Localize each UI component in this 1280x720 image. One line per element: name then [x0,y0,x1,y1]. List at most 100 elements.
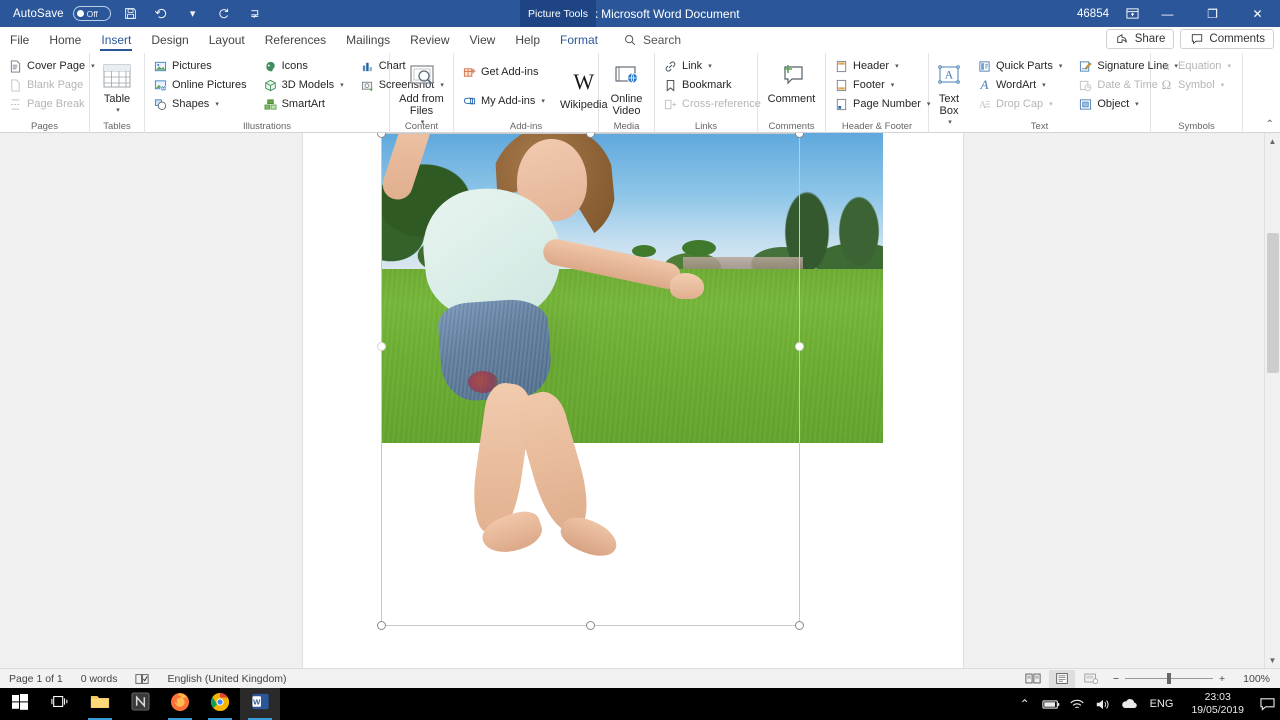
tab-mailings[interactable]: Mailings [336,27,400,53]
search-input[interactable]: Search [608,33,681,48]
volume-icon[interactable] [1090,688,1116,720]
tab-design[interactable]: Design [141,27,198,53]
read-mode-icon[interactable] [1020,670,1046,688]
header-button[interactable]: Header ▾ [831,57,933,75]
document-canvas[interactable] [0,133,1280,668]
save-icon[interactable] [120,3,142,25]
zoom-knob[interactable] [1167,673,1171,684]
web-layout-icon[interactable] [1078,670,1104,688]
language-indicator[interactable]: ENG [1142,698,1182,710]
table-button[interactable]: Table ▾ [95,57,139,117]
tab-insert[interactable]: Insert [91,27,141,53]
word-count[interactable]: 0 words [72,673,127,685]
start-button[interactable] [0,688,40,720]
language-indicator[interactable]: English (United Kingdom) [158,673,295,685]
word[interactable]: W [240,688,280,720]
cover-page-button[interactable]: Cover Page ▾ [5,57,98,75]
zoom-in-button[interactable]: + [1219,673,1225,685]
resize-handle-bottom-left[interactable] [377,621,386,630]
resize-handle-middle-right[interactable] [795,342,804,351]
get-add-ins-button[interactable]: Get Add-ins [459,63,548,81]
ribbon-display-options-icon[interactable] [1119,0,1145,27]
icons-button[interactable]: Icons [260,57,347,75]
pictures-button[interactable]: Pictures [150,57,250,75]
wifi-icon[interactable] [1064,688,1090,720]
online-video-button[interactable]: Online Video [604,57,649,117]
tab-view[interactable]: View [460,27,506,53]
zoom-out-button[interactable]: − [1113,673,1119,685]
customize-quick-access-icon[interactable]: ⋥ [244,3,266,25]
undo-dropdown-caret[interactable]: ▾ [182,3,204,25]
clock[interactable]: 23:03 19/05/2019 [1181,691,1254,717]
shapes-button[interactable]: Shapes ▾ [150,95,250,113]
zoom-slider[interactable]: − + [1107,673,1231,685]
task-view-button[interactable] [40,688,80,720]
chevron-down-icon[interactable]: ▾ [340,81,344,89]
add-from-files-button[interactable]: Add from Files ▾ [395,57,448,129]
user-account-name[interactable]: 46854 [1077,8,1119,20]
text-box-button[interactable]: A Text Box ▾ [934,57,964,129]
footer-button[interactable]: Footer ▾ [831,76,933,94]
vertical-scrollbar[interactable]: ▲ ▼ [1264,133,1280,668]
print-layout-icon[interactable] [1048,669,1075,688]
tab-layout[interactable]: Layout [199,27,255,53]
chevron-up-icon[interactable]: ⌃ [1012,688,1038,720]
share-button[interactable]: Share [1105,29,1175,49]
onedrive-icon[interactable] [1116,688,1142,720]
scroll-up-arrow[interactable]: ▲ [1265,133,1280,149]
battery-icon[interactable] [1038,688,1064,720]
chevron-down-icon[interactable]: ▾ [1135,100,1139,108]
collapse-ribbon-icon[interactable]: ⌃ [1266,119,1274,130]
chrome[interactable] [200,688,240,720]
close-button[interactable]: ✕ [1235,0,1280,27]
notepad-app[interactable] [120,688,160,720]
new-comment-button[interactable]: Comment [763,57,820,105]
header-icon [834,59,849,74]
chevron-down-icon[interactable]: ▾ [891,81,895,89]
tab-file[interactable]: File [0,27,39,53]
page-indicator[interactable]: Page 1 of 1 [0,673,72,685]
wordart-button[interactable]: A WordArt ▾ [974,76,1065,94]
resize-handle-middle-left[interactable] [377,342,386,351]
quick-parts-button[interactable]: Quick Parts ▾ [974,57,1065,75]
tab-format[interactable]: Format [550,27,608,53]
redo-icon[interactable] [213,3,235,25]
page-number-button[interactable]: Page Number ▾ [831,95,933,113]
maximize-button[interactable]: ❐ [1190,0,1235,27]
chevron-down-icon[interactable]: ▾ [541,97,545,105]
smartart-button[interactable]: SmartArt [260,95,347,113]
3d-models-button[interactable]: 3D Models ▾ [260,76,347,94]
chevron-down-icon[interactable]: ▾ [215,100,219,108]
bookmark-button[interactable]: Bookmark [660,76,764,94]
comments-button[interactable]: Comments [1180,29,1274,49]
title-bar-right: 46854 — ❐ ✕ [1077,0,1280,27]
jumping-girl-photo[interactable] [382,133,883,443]
chevron-down-icon[interactable]: ▾ [895,62,899,70]
file-explorer[interactable] [80,688,120,720]
action-center-icon[interactable] [1254,688,1280,720]
zoom-track[interactable] [1125,673,1213,684]
resize-handle-bottom-center[interactable] [586,621,595,630]
scroll-down-arrow[interactable]: ▼ [1265,652,1280,668]
minimize-button[interactable]: — [1145,0,1190,27]
icons-label: Icons [281,60,308,72]
tab-help[interactable]: Help [505,27,550,53]
chevron-down-icon[interactable]: ▾ [1059,62,1063,70]
my-add-ins-button[interactable]: My Add-ins ▾ [459,92,548,110]
undo-icon[interactable] [151,3,173,25]
tab-references[interactable]: References [255,27,336,53]
firefox[interactable] [160,688,200,720]
tab-review[interactable]: Review [400,27,459,53]
tab-home[interactable]: Home [39,27,91,53]
link-button[interactable]: Link ▾ [660,57,764,75]
resize-handle-bottom-right[interactable] [795,621,804,630]
proofing-errors-icon[interactable] [126,673,158,685]
online-pictures-button[interactable]: Online Pictures [150,76,250,94]
scrollbar-thumb[interactable] [1267,233,1279,373]
chevron-down-icon[interactable]: ▾ [116,105,120,117]
zoom-level[interactable]: 100% [1234,673,1276,685]
chevron-down-icon[interactable]: ▾ [1042,81,1046,89]
chevron-down-icon[interactable]: ▾ [708,62,712,70]
autosave-toggle[interactable]: Off [72,6,111,21]
document-page[interactable] [303,133,963,668]
